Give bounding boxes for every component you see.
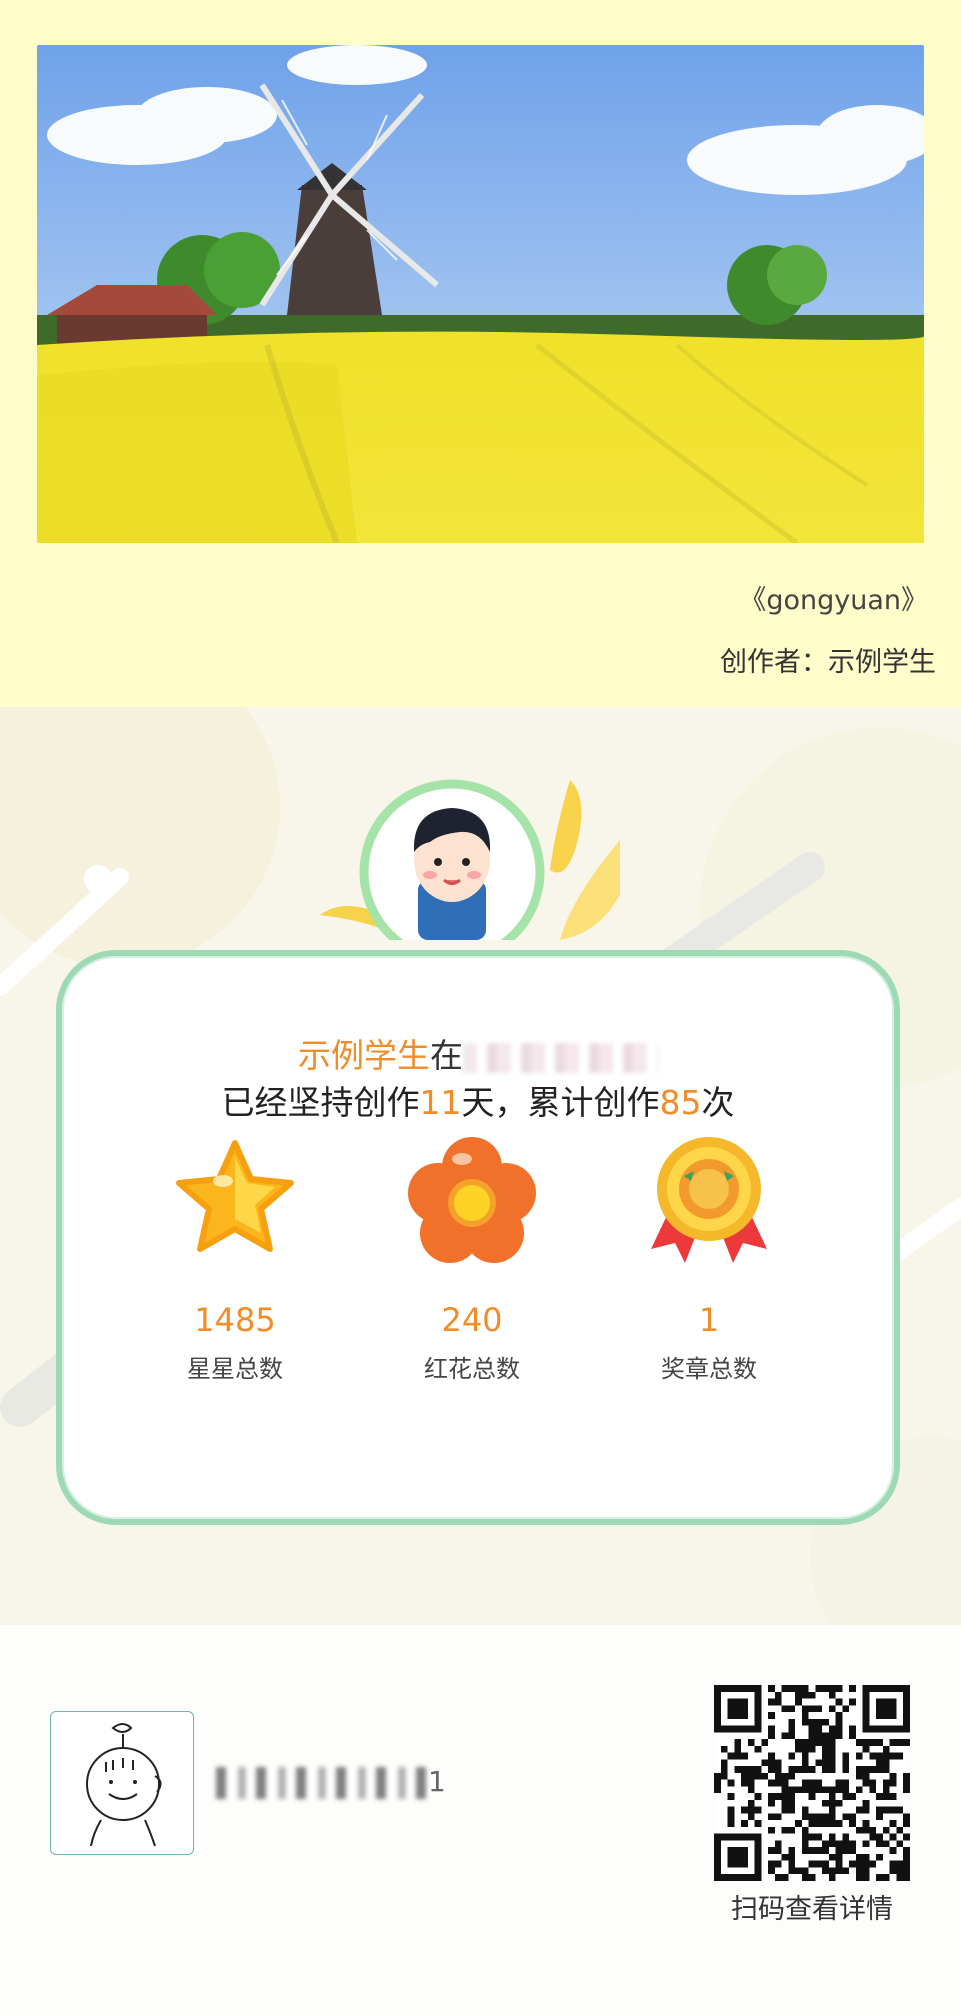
redacted-school-name bbox=[463, 1042, 658, 1073]
student-name: 示例学生 bbox=[298, 1036, 430, 1075]
qr-code-icon bbox=[714, 1685, 910, 1881]
stat-medals: 1 奖章总数 bbox=[609, 1131, 809, 1384]
student-avatar[interactable] bbox=[320, 760, 620, 944]
owner-name-tail: 1 bbox=[428, 1765, 446, 1798]
creation-count: 85 bbox=[659, 1083, 702, 1122]
flowers-label: 红花总数 bbox=[424, 1355, 520, 1383]
qr-code[interactable] bbox=[714, 1685, 910, 1881]
owner-logo[interactable] bbox=[50, 1711, 194, 1855]
artwork-title: 《gongyuan》 bbox=[739, 585, 928, 616]
days-count: 11 bbox=[419, 1083, 462, 1122]
medals-label: 奖章总数 bbox=[661, 1355, 757, 1383]
redacted-owner-name bbox=[216, 1767, 436, 1799]
stars-total: 1485 bbox=[194, 1301, 276, 1339]
summary-line-2: 已经坚持创作11天，累计创作85次 bbox=[62, 1076, 894, 1124]
medal-icon bbox=[639, 1131, 779, 1271]
stat-stars: 1485 星星总数 bbox=[135, 1131, 335, 1384]
flower-icon bbox=[402, 1131, 542, 1271]
stat-flowers: 240 红花总数 bbox=[372, 1131, 572, 1384]
share-page: 《gongyuan》 创作者：示例学生 示例学生在 已经坚持创作11天，累计创作… bbox=[0, 0, 961, 2016]
flowers-total: 240 bbox=[441, 1301, 503, 1339]
summary-mid: 天，累计创作 bbox=[461, 1083, 660, 1122]
summary-suffix: 次 bbox=[701, 1083, 735, 1122]
summary-line-1: 示例学生在 bbox=[62, 1029, 894, 1077]
stars-label: 星星总数 bbox=[187, 1355, 283, 1383]
medals-total: 1 bbox=[698, 1301, 720, 1339]
footer: 1 扫码查看详情 bbox=[0, 1625, 961, 2016]
sketch-avatar-icon bbox=[86, 1723, 162, 1847]
artwork-author: 创作者：示例学生 bbox=[720, 647, 936, 678]
summary-prefix: 已经坚持创作 bbox=[221, 1083, 420, 1122]
artwork-section: 《gongyuan》 创作者：示例学生 bbox=[0, 0, 961, 707]
qr-label: 扫码查看详情 bbox=[731, 1894, 893, 1925]
star-icon bbox=[165, 1131, 305, 1271]
summary-connector: 在 bbox=[430, 1036, 463, 1075]
artwork-image[interactable] bbox=[37, 45, 924, 543]
stats-card: 示例学生在 已经坚持创作11天，累计创作85次 1485 星星总数 240 红花… bbox=[56, 950, 900, 1525]
